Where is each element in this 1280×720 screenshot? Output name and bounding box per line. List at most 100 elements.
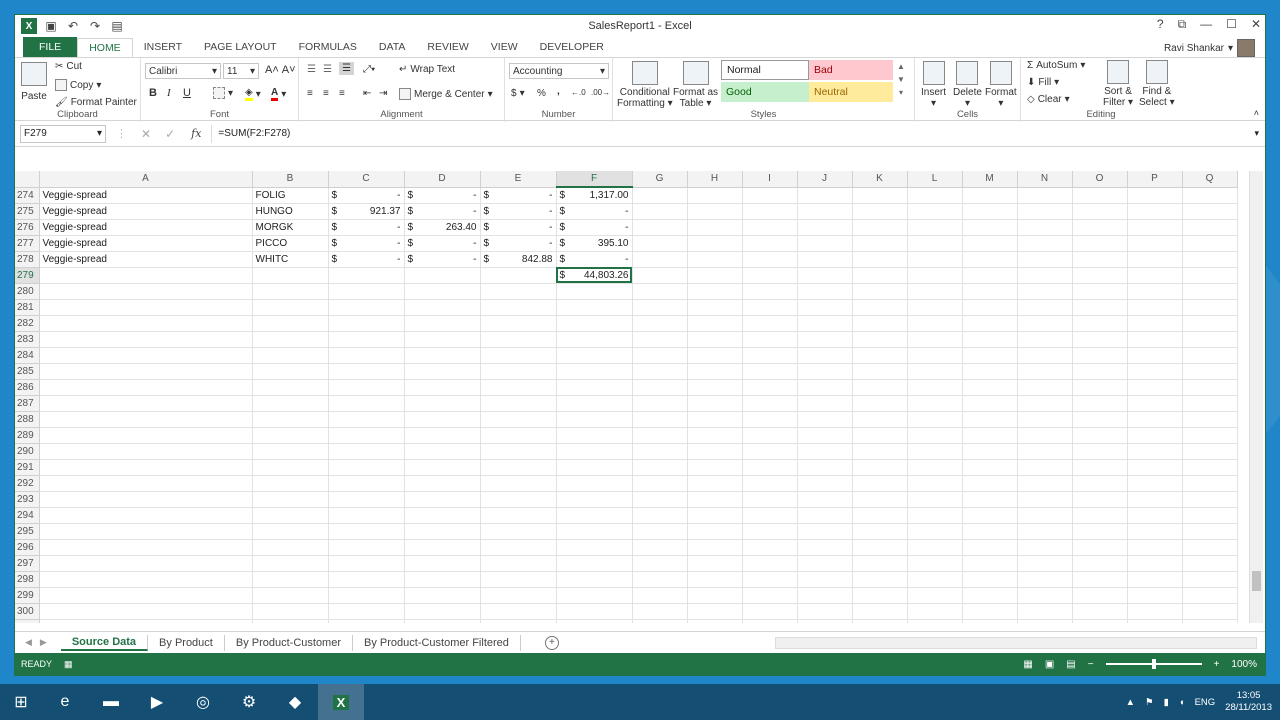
cell[interactable] — [742, 555, 798, 572]
bold-button[interactable]: B — [149, 87, 157, 99]
cell[interactable] — [252, 379, 329, 396]
align-center-icon[interactable]: ≡ — [323, 88, 329, 99]
cell[interactable] — [962, 315, 1018, 332]
top-align-icon[interactable]: ☰ — [307, 64, 316, 75]
cell[interactable] — [907, 523, 963, 540]
cell[interactable] — [404, 315, 481, 332]
cell-amount[interactable]: $ - — [556, 203, 633, 220]
cell[interactable] — [556, 571, 633, 588]
expand-formula-bar-icon[interactable]: ▾ — [1254, 128, 1259, 139]
cell[interactable] — [1017, 395, 1073, 412]
cell[interactable] — [1182, 331, 1238, 348]
cell[interactable] — [480, 491, 557, 508]
cell[interactable] — [1182, 379, 1238, 396]
cell[interactable] — [852, 619, 908, 623]
cell[interactable] — [797, 459, 853, 476]
cell[interactable] — [962, 571, 1018, 588]
cell[interactable] — [480, 523, 557, 540]
font-name-dropdown[interactable]: Calibri ▾ — [145, 63, 221, 79]
cell[interactable] — [687, 267, 743, 284]
cell[interactable] — [1072, 571, 1128, 588]
cell[interactable] — [39, 315, 253, 332]
cell[interactable] — [1127, 427, 1183, 444]
cell[interactable] — [797, 251, 853, 268]
cell[interactable] — [962, 603, 1018, 620]
cell[interactable] — [252, 283, 329, 300]
cell[interactable] — [687, 251, 743, 268]
row-header[interactable]: 296 — [15, 539, 40, 556]
cell[interactable] — [1072, 331, 1128, 348]
cell[interactable] — [962, 187, 1018, 204]
cell[interactable] — [556, 587, 633, 604]
shrink-font-icon[interactable]: A˅ — [282, 64, 296, 76]
cell[interactable] — [852, 235, 908, 252]
cell-amount[interactable]: $ - — [556, 251, 633, 268]
cell[interactable] — [252, 459, 329, 476]
cell[interactable] — [404, 523, 481, 540]
cell[interactable] — [742, 363, 798, 380]
cell[interactable] — [742, 443, 798, 460]
sort-filter-button[interactable]: Sort & Filter ▾ — [1103, 60, 1133, 108]
find-select-button[interactable]: Find & Select ▾ — [1139, 60, 1175, 108]
scroll-left-icon[interactable]: ◀ — [25, 637, 32, 648]
cell[interactable] — [404, 411, 481, 428]
cell[interactable] — [962, 283, 1018, 300]
cell[interactable] — [252, 539, 329, 556]
row-header[interactable]: 291 — [15, 459, 40, 476]
cell[interactable] — [1017, 411, 1073, 428]
style-good[interactable]: Good — [721, 82, 809, 102]
cell[interactable] — [907, 283, 963, 300]
cell[interactable] — [1017, 443, 1073, 460]
cell-customer[interactable] — [252, 267, 329, 284]
cell[interactable] — [1127, 331, 1183, 348]
cell[interactable] — [632, 267, 688, 284]
cell[interactable] — [687, 475, 743, 492]
cell[interactable] — [480, 555, 557, 572]
cell[interactable] — [39, 459, 253, 476]
cell[interactable] — [556, 331, 633, 348]
cell[interactable] — [632, 459, 688, 476]
cell[interactable] — [907, 219, 963, 236]
cell[interactable] — [742, 235, 798, 252]
cell[interactable] — [962, 459, 1018, 476]
cell[interactable] — [632, 411, 688, 428]
zoom-slider[interactable] — [1105, 659, 1202, 669]
cell[interactable] — [797, 475, 853, 492]
cell[interactable] — [797, 523, 853, 540]
cell[interactable] — [556, 603, 633, 620]
cell[interactable] — [252, 587, 329, 604]
cell[interactable] — [962, 331, 1018, 348]
delete-cells-button[interactable]: Delete ▾ — [953, 61, 982, 109]
column-header[interactable]: N — [1017, 171, 1073, 188]
cell[interactable] — [632, 523, 688, 540]
cell[interactable] — [962, 475, 1018, 492]
cell[interactable] — [907, 267, 963, 284]
cell[interactable] — [1017, 603, 1073, 620]
cell-customer[interactable]: WHITC — [252, 251, 329, 268]
cell[interactable] — [480, 315, 557, 332]
cell[interactable] — [252, 571, 329, 588]
row-header[interactable]: 282 — [15, 315, 40, 332]
row-header[interactable]: 294 — [15, 507, 40, 524]
cell[interactable] — [1127, 523, 1183, 540]
cell[interactable] — [742, 251, 798, 268]
cell[interactable] — [1182, 347, 1238, 364]
cell[interactable] — [962, 427, 1018, 444]
cell[interactable] — [852, 523, 908, 540]
cell[interactable] — [907, 379, 963, 396]
cell[interactable] — [742, 379, 798, 396]
cell[interactable] — [907, 491, 963, 508]
cell-amount[interactable]: $921.37 — [328, 203, 405, 220]
cell[interactable] — [1017, 235, 1073, 252]
tray-chevron-icon[interactable]: ▲ — [1126, 697, 1135, 708]
cell[interactable] — [1072, 411, 1128, 428]
cell[interactable] — [852, 443, 908, 460]
column-header-selected[interactable]: F — [556, 171, 633, 188]
row-header[interactable]: 280 — [15, 283, 40, 300]
row-header[interactable]: 279 — [15, 267, 40, 284]
app-icon-3[interactable]: ◆ — [272, 684, 318, 720]
cell[interactable] — [480, 539, 557, 556]
cell-amount[interactable]: $ - — [404, 251, 481, 268]
macro-recording-icon[interactable]: ▦ — [64, 659, 73, 670]
insert-function-icon[interactable]: fx — [191, 127, 201, 140]
